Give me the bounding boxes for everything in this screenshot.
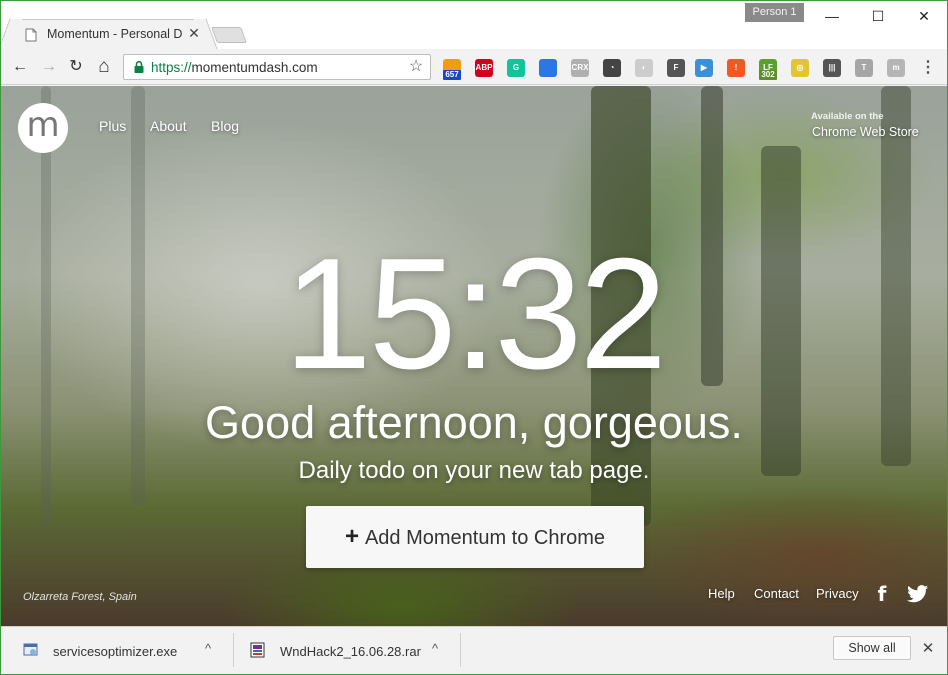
tab-title: Momentum - Personal D xyxy=(47,27,183,41)
profile-button[interactable]: Person 1 xyxy=(745,3,804,22)
rss-extension-icon[interactable]: 657 xyxy=(443,59,461,80)
bookmark-star-icon[interactable]: ☆ xyxy=(406,56,426,78)
page-icon xyxy=(25,28,37,42)
add-to-chrome-label: Add Momentum to Chrome xyxy=(364,527,606,549)
target-extension-icon[interactable]: ◎ xyxy=(791,59,809,77)
leaf-extension-icon[interactable]: LF 302 xyxy=(759,59,777,80)
browser-toolbar: ← → ↻ ⌂ https://momentumdash.com ☆ 657 AB… xyxy=(1,49,947,85)
twitter-icon[interactable] xyxy=(907,583,929,605)
footer-privacy-link[interactable]: Privacy xyxy=(816,586,859,601)
grammarly-icon[interactable]: G xyxy=(507,59,525,77)
close-shelf-icon[interactable]: ✕ xyxy=(918,639,938,659)
plus-icon: + xyxy=(344,523,359,550)
momentum-page: m Plus About Blog Available on the Chrom… xyxy=(1,86,947,626)
badge-count: 302 xyxy=(759,70,777,80)
new-tab-button[interactable] xyxy=(211,27,247,43)
maximize-button[interactable]: ☐ xyxy=(855,1,901,31)
close-window-button[interactable]: ✕ xyxy=(901,1,947,31)
title-bar: Momentum - Personal D ✕ Person 1 — ☐ ✕ xyxy=(1,1,947,49)
tab-close-icon[interactable]: ✕ xyxy=(186,25,202,41)
minimize-button[interactable]: — xyxy=(809,1,855,31)
menu-icon[interactable]: ⋮ xyxy=(919,59,937,77)
download-item[interactable]: servicesoptimizer.exe ^ xyxy=(23,633,223,669)
url-host: momentumdash.com xyxy=(191,60,318,75)
nav-blog-link[interactable]: Blog xyxy=(211,118,239,134)
momentum-extension-icon[interactable]: m xyxy=(887,59,905,77)
download-filename: WndHack2_16.06.28.rar xyxy=(280,644,421,659)
url-text: https://momentumdash.com xyxy=(151,60,318,75)
alert-extension-icon[interactable]: ! xyxy=(727,59,745,77)
forward-button[interactable]: → xyxy=(38,56,60,78)
download-item[interactable]: WndHack2_16.06.28.rar ^ xyxy=(250,633,450,669)
speed-gauge-icon[interactable]: ◔ xyxy=(603,59,621,77)
photo-credit[interactable]: Olzarreta Forest, Spain xyxy=(23,591,137,603)
chrome-web-store-link[interactable]: Chrome Web Store xyxy=(812,125,919,139)
rar-file-icon xyxy=(250,642,265,658)
back-button[interactable]: ← xyxy=(9,56,31,78)
f-extension-icon[interactable]: F xyxy=(667,59,685,77)
play-extension-icon[interactable]: ▶ xyxy=(695,59,713,77)
lock-icon xyxy=(134,60,144,73)
download-filename: servicesoptimizer.exe xyxy=(53,644,178,659)
address-bar[interactable]: https://momentumdash.com ☆ xyxy=(123,54,431,80)
greeting: Good afternoon, gorgeous. xyxy=(205,397,743,448)
adblock-plus-icon[interactable]: ABP xyxy=(475,59,493,77)
exe-file-icon xyxy=(23,643,38,656)
t-extension-icon[interactable]: T xyxy=(855,59,873,77)
footer-contact-link[interactable]: Contact xyxy=(754,586,799,601)
url-scheme: https:// xyxy=(151,60,192,75)
footer-help-link[interactable]: Help xyxy=(708,586,735,601)
tagline: Daily todo on your new tab page. xyxy=(298,457,650,484)
add-to-chrome-button[interactable]: + Add Momentum to Chrome xyxy=(306,506,644,568)
equalizer-extension-icon[interactable]: ||| xyxy=(823,59,841,77)
clock: 15:32 xyxy=(283,226,667,402)
swirl-extension-icon[interactable]: ◐ xyxy=(635,59,653,77)
downloads-shelf: servicesoptimizer.exe ^ WndHack2_16.06.2… xyxy=(1,626,947,674)
momentum-logo[interactable]: m xyxy=(18,103,68,153)
divider xyxy=(233,633,234,667)
browser-window: Momentum - Personal D ✕ Person 1 — ☐ ✕ ←… xyxy=(0,0,948,675)
crx-extension-icon[interactable]: CRX xyxy=(571,59,589,77)
facebook-icon[interactable]: f xyxy=(871,583,893,605)
nav-plus-link[interactable]: Plus xyxy=(99,118,126,134)
divider xyxy=(460,633,461,667)
chevron-up-icon[interactable]: ^ xyxy=(205,641,211,656)
home-button[interactable]: ⌂ xyxy=(93,56,115,78)
chevron-up-icon[interactable]: ^ xyxy=(432,641,438,656)
nav-about-link[interactable]: About xyxy=(150,118,187,134)
show-all-button[interactable]: Show all xyxy=(833,636,911,660)
available-on-label: Available on the xyxy=(811,111,884,122)
reload-button[interactable]: ↻ xyxy=(65,56,87,78)
bookmark-extension-icon[interactable] xyxy=(539,59,557,77)
active-tab[interactable]: Momentum - Personal D ✕ xyxy=(9,19,207,49)
badge-count: 657 xyxy=(443,70,461,80)
